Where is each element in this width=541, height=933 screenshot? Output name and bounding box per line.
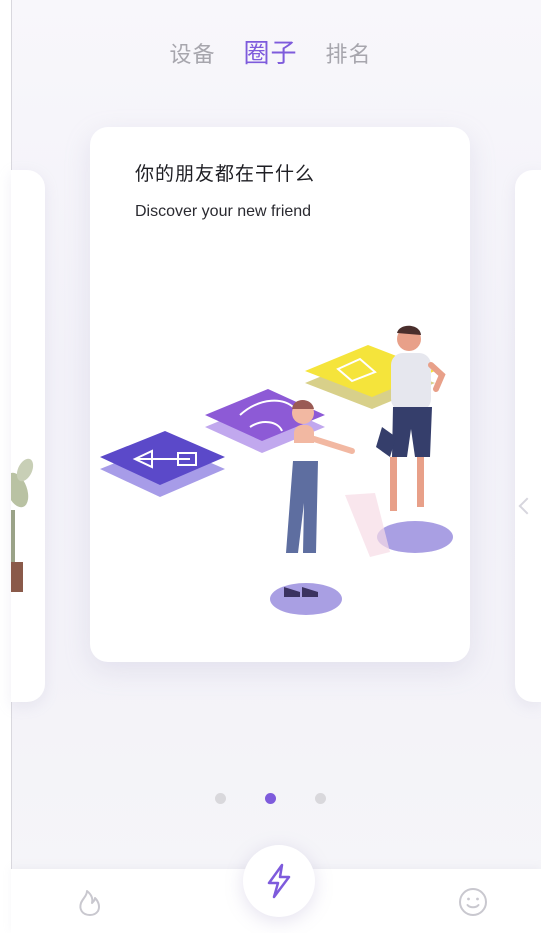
card-subtitle: Discover your new friend [135, 203, 312, 220]
pen-tile [100, 431, 225, 497]
tab-devices[interactable]: 设备 [169, 37, 215, 69]
carousel-pagination [0, 789, 541, 808]
card-title: 你的朋友都在干什么 [135, 163, 316, 185]
top-tab-bar: 设备 圈子 排名 [0, 33, 541, 70]
flame-icon[interactable] [76, 887, 104, 917]
page-dot-3[interactable] [315, 793, 327, 804]
chevron-left-icon [518, 497, 536, 515]
page-dot-2[interactable] [265, 793, 276, 804]
lightning-icon [267, 863, 291, 899]
page-dot-1[interactable] [214, 793, 226, 804]
tab-ranking[interactable]: 排名 [326, 37, 372, 69]
center-action-button[interactable] [243, 845, 315, 917]
carousel-card-next[interactable] [515, 170, 541, 702]
tab-circle[interactable]: 圈子 [243, 33, 297, 70]
plant-illustration [11, 458, 34, 592]
carousel-card-current[interactable]: 你的朋友都在干什么 Discover your new friend [90, 127, 470, 662]
carousel-card-previous[interactable] [11, 170, 45, 702]
smiley-icon[interactable] [457, 886, 489, 918]
friends-illustration [100, 325, 453, 615]
